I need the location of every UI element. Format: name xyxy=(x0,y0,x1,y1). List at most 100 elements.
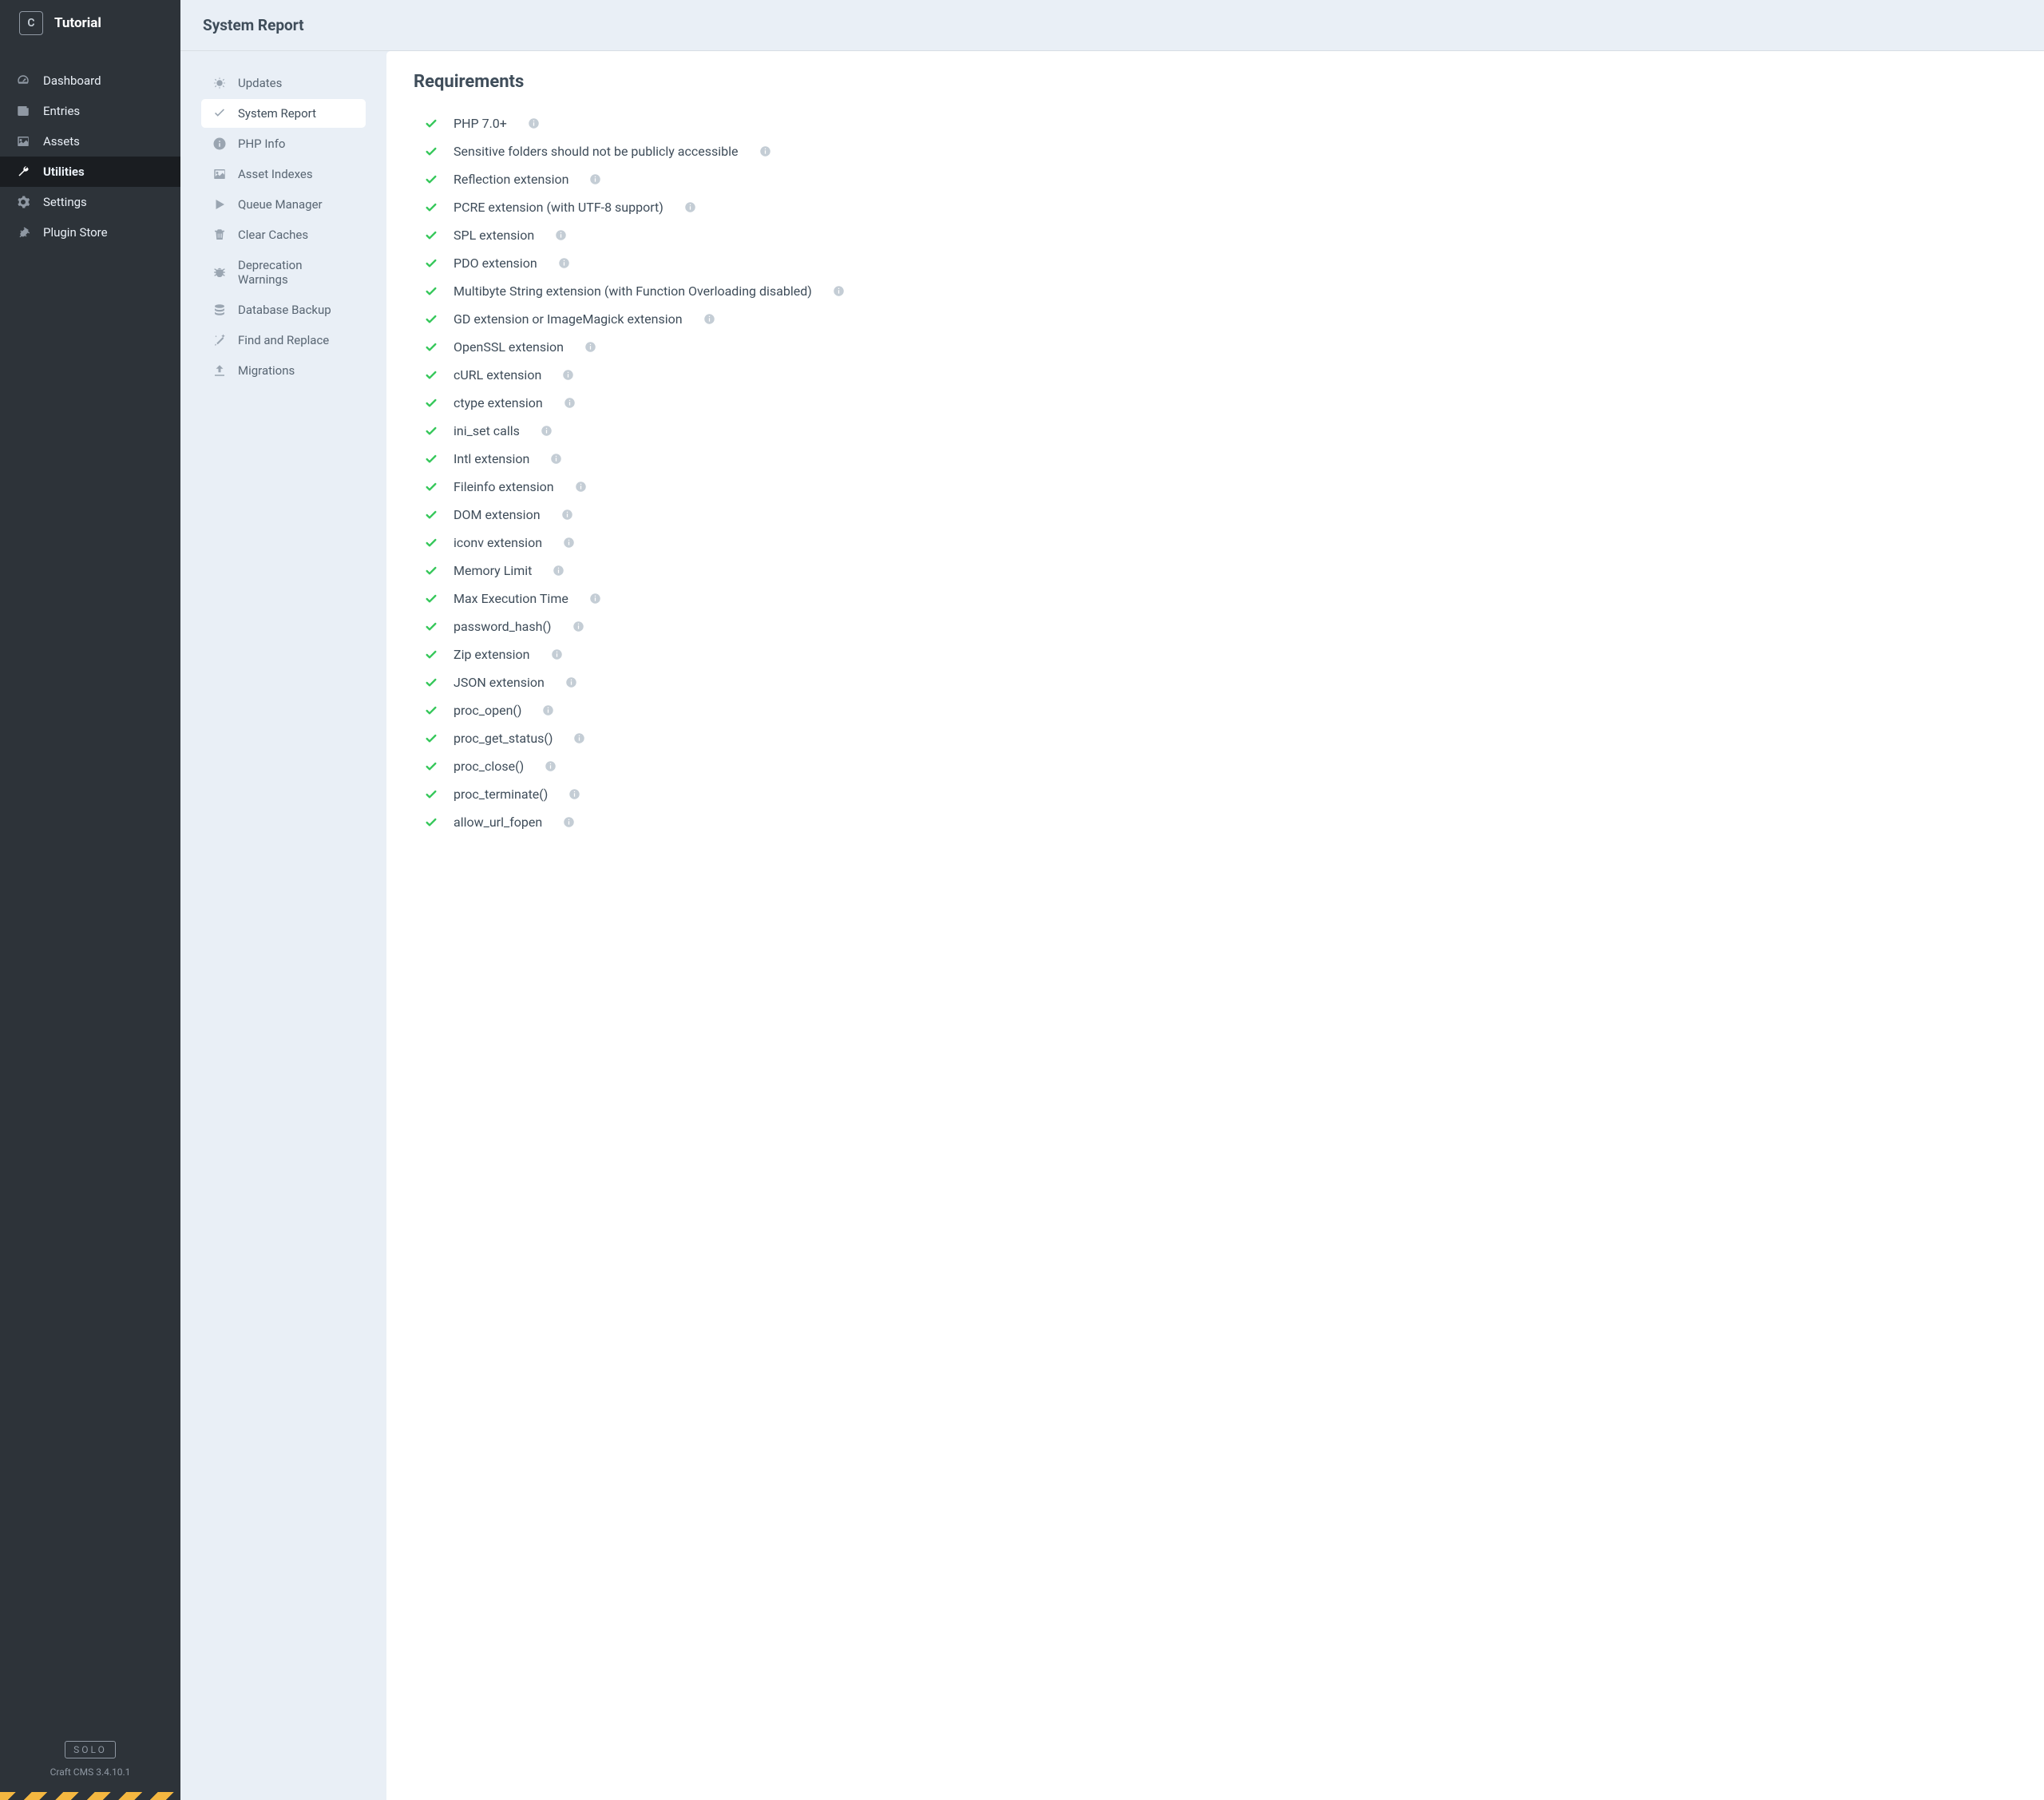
check-icon xyxy=(425,565,438,577)
check-icon xyxy=(425,285,438,298)
requirement-label: Reflection extension xyxy=(454,172,568,187)
info-icon[interactable] xyxy=(589,173,601,185)
requirement-row: PHP 7.0+ xyxy=(414,109,2017,137)
check-icon xyxy=(425,313,438,326)
subnav-item-deprecation-warnings[interactable]: Deprecation Warnings xyxy=(201,251,366,294)
requirement-row: ini_set calls xyxy=(414,417,2017,445)
info-icon[interactable] xyxy=(545,760,557,772)
subnav-item-label: Deprecation Warnings xyxy=(238,258,355,287)
info-icon[interactable] xyxy=(551,648,563,660)
subnav-item-database-backup[interactable]: Database Backup xyxy=(201,295,366,324)
content-pane: Requirements PHP 7.0+Sensitive folders s… xyxy=(386,51,2044,1800)
version-label: Craft CMS 3.4.10.1 xyxy=(0,1766,180,1778)
logo: C xyxy=(19,11,43,35)
info-icon[interactable] xyxy=(528,117,540,129)
check-icon xyxy=(425,732,438,745)
requirement-row: GD extension or ImageMagick extension xyxy=(414,305,2017,333)
requirement-label: proc_close() xyxy=(454,759,524,774)
nav-item-utilities[interactable]: Utilities xyxy=(0,157,180,187)
info-icon[interactable] xyxy=(561,509,573,521)
subnav-item-label: Updates xyxy=(238,76,282,90)
requirement-row: proc_get_status() xyxy=(414,724,2017,752)
info-icon[interactable] xyxy=(563,816,575,828)
gear-icon xyxy=(16,195,30,209)
info-icon[interactable] xyxy=(542,704,554,716)
requirement-row: proc_close() xyxy=(414,752,2017,780)
check-icon xyxy=(425,509,438,521)
requirement-row: iconv extension xyxy=(414,529,2017,557)
subnav-item-system-report[interactable]: System Report xyxy=(201,99,366,128)
info-icon[interactable] xyxy=(568,788,580,800)
info-icon[interactable] xyxy=(759,145,771,157)
check-icon xyxy=(425,537,438,549)
subnav-item-find-and-replace[interactable]: Find and Replace xyxy=(201,326,366,355)
check-icon xyxy=(425,593,438,605)
info-icon[interactable] xyxy=(584,341,596,353)
nav-item-assets[interactable]: Assets xyxy=(0,126,180,157)
check-icon xyxy=(425,481,438,494)
check-icon xyxy=(425,704,438,717)
nav-item-label: Settings xyxy=(43,195,87,209)
sun-icon xyxy=(212,76,227,90)
info-icon[interactable] xyxy=(589,593,601,605)
info-icon[interactable] xyxy=(565,676,577,688)
check-icon xyxy=(425,648,438,661)
requirement-row: Sensitive folders should not be publicly… xyxy=(414,137,2017,165)
requirement-row: proc_terminate() xyxy=(414,780,2017,808)
subnav-item-queue-manager[interactable]: Queue Manager xyxy=(201,190,366,219)
check-icon xyxy=(425,257,438,270)
info-icon[interactable] xyxy=(550,453,562,465)
nav-item-plugin-store[interactable]: Plugin Store xyxy=(0,217,180,248)
check-icon xyxy=(425,676,438,689)
subnav-item-clear-caches[interactable]: Clear Caches xyxy=(201,220,366,249)
subnav-item-migrations[interactable]: Migrations xyxy=(201,356,366,385)
info-icon[interactable] xyxy=(703,313,715,325)
subnav-item-php-info[interactable]: PHP Info xyxy=(201,129,366,158)
subnav-item-asset-indexes[interactable]: Asset Indexes xyxy=(201,160,366,188)
wand-icon xyxy=(212,333,227,347)
requirement-label: cURL extension xyxy=(454,367,541,383)
check-icon xyxy=(425,397,438,410)
check-icon xyxy=(425,117,438,130)
requirement-label: SPL extension xyxy=(454,228,534,243)
info-icon[interactable] xyxy=(563,537,575,549)
nav-item-entries[interactable]: Entries xyxy=(0,96,180,126)
info-icon[interactable] xyxy=(553,565,564,577)
info-icon[interactable] xyxy=(541,425,553,437)
database-icon xyxy=(212,303,227,317)
nav-item-label: Plugin Store xyxy=(43,225,108,240)
info-icon[interactable] xyxy=(572,620,584,632)
nav-item-label: Dashboard xyxy=(43,73,101,88)
info-icon[interactable] xyxy=(684,201,696,213)
edition-badge[interactable]: SOLO xyxy=(65,1741,116,1758)
requirement-row: Multibyte String extension (with Functio… xyxy=(414,277,2017,305)
info-icon[interactable] xyxy=(573,732,585,744)
check-icon xyxy=(425,453,438,466)
image-icon xyxy=(212,167,227,181)
requirement-row: ctype extension xyxy=(414,389,2017,417)
check-icon xyxy=(425,816,438,829)
check-icon xyxy=(425,620,438,633)
nav-item-dashboard[interactable]: Dashboard xyxy=(0,65,180,96)
info-icon[interactable] xyxy=(558,257,570,269)
trash-icon xyxy=(212,228,227,242)
requirement-label: DOM extension xyxy=(454,507,541,522)
requirement-label: GD extension or ImageMagick extension xyxy=(454,311,683,327)
sidebar-header[interactable]: C Tutorial xyxy=(0,0,180,46)
requirements-list: PHP 7.0+Sensitive folders should not be … xyxy=(414,109,2017,836)
requirement-row: DOM extension xyxy=(414,501,2017,529)
subnav-item-label: System Report xyxy=(238,106,316,121)
requirement-label: proc_terminate() xyxy=(454,787,548,802)
requirement-label: ini_set calls xyxy=(454,423,520,438)
site-name: Tutorial xyxy=(54,15,101,31)
subnav-item-updates[interactable]: Updates xyxy=(201,69,366,97)
nav-item-settings[interactable]: Settings xyxy=(0,187,180,217)
check-icon xyxy=(425,788,438,801)
check-icon xyxy=(425,341,438,354)
info-icon[interactable] xyxy=(833,285,845,297)
sidebar: C Tutorial Dashboard EntriesAssetsUtiliti… xyxy=(0,0,180,1800)
info-icon[interactable] xyxy=(575,481,587,493)
info-icon[interactable] xyxy=(555,229,567,241)
info-icon[interactable] xyxy=(564,397,576,409)
info-icon[interactable] xyxy=(562,369,574,381)
